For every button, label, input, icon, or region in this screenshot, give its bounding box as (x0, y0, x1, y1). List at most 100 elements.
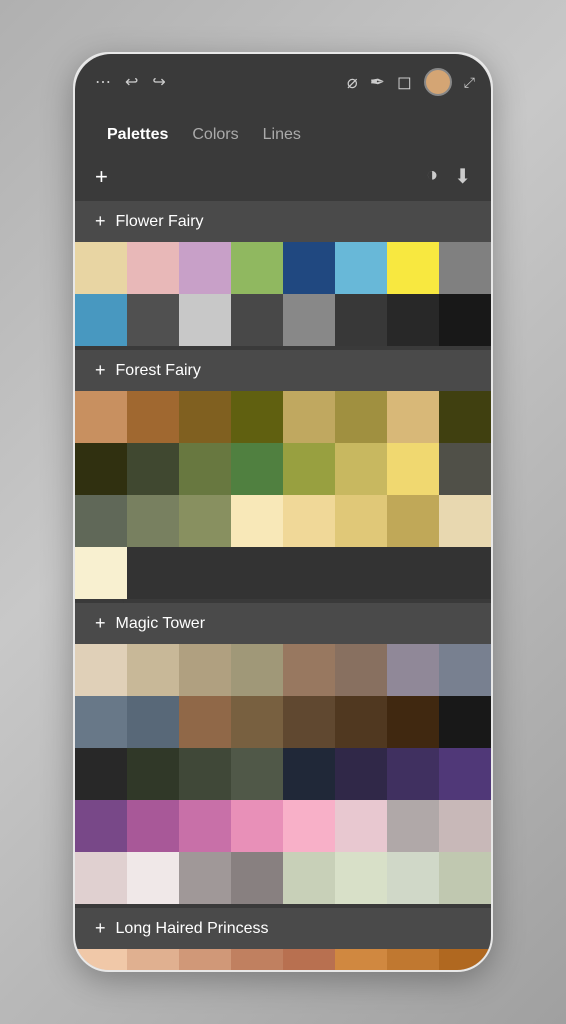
color-swatch-1-22[interactable] (387, 495, 439, 547)
color-swatch-0-3[interactable] (231, 242, 283, 294)
color-swatch-2-36[interactable] (283, 852, 335, 904)
color-swatch-2-35[interactable] (231, 852, 283, 904)
history-icon[interactable]: ◑ (426, 164, 438, 189)
color-swatch-0-0[interactable] (75, 242, 127, 294)
color-swatch-1-6[interactable] (387, 391, 439, 443)
color-swatch-1-18[interactable] (179, 495, 231, 547)
color-swatch-2-39[interactable] (439, 852, 491, 904)
color-swatch-1-12[interactable] (283, 443, 335, 495)
color-swatch-2-17[interactable] (127, 748, 179, 800)
color-swatch-2-25[interactable] (127, 800, 179, 852)
expand-icon[interactable]: ⤢ (464, 74, 475, 91)
color-swatch-2-34[interactable] (179, 852, 231, 904)
color-swatch-0-8[interactable] (75, 294, 127, 346)
color-swatch-3-7[interactable] (439, 949, 491, 970)
tab-colors[interactable]: Colors (180, 122, 250, 148)
color-swatch-1-25[interactable] (127, 547, 179, 599)
color-swatch-1-1[interactable] (127, 391, 179, 443)
color-swatch-1-4[interactable] (283, 391, 335, 443)
color-swatch-3-5[interactable] (335, 949, 387, 970)
color-swatch-1-5[interactable] (335, 391, 387, 443)
color-swatch-0-4[interactable] (283, 242, 335, 294)
color-swatch-1-24[interactable] (75, 547, 127, 599)
color-swatch-2-6[interactable] (387, 644, 439, 696)
color-swatch-2-29[interactable] (335, 800, 387, 852)
color-swatch-2-15[interactable] (439, 696, 491, 748)
palette-add-0[interactable]: + (95, 211, 106, 232)
color-swatch-1-28[interactable] (283, 547, 335, 599)
color-swatch-2-13[interactable] (335, 696, 387, 748)
color-swatch-2-14[interactable] (387, 696, 439, 748)
color-swatch-2-3[interactable] (231, 644, 283, 696)
color-swatch-3-4[interactable] (283, 949, 335, 970)
color-swatch-1-8[interactable] (75, 443, 127, 495)
color-swatch-2-2[interactable] (179, 644, 231, 696)
color-swatch-1-30[interactable] (387, 547, 439, 599)
color-swatch-1-3[interactable] (231, 391, 283, 443)
color-swatch-2-33[interactable] (127, 852, 179, 904)
download-icon[interactable]: ⬇ (454, 164, 471, 189)
color-swatch-1-20[interactable] (283, 495, 335, 547)
color-swatch-2-23[interactable] (439, 748, 491, 800)
color-swatch-2-5[interactable] (335, 644, 387, 696)
color-swatch-2-9[interactable] (127, 696, 179, 748)
color-swatch-2-38[interactable] (387, 852, 439, 904)
color-swatch-2-12[interactable] (283, 696, 335, 748)
color-swatch-0-12[interactable] (283, 294, 335, 346)
redo-icon[interactable]: ↪ (152, 72, 165, 92)
color-swatch-1-27[interactable] (231, 547, 283, 599)
color-swatch-0-1[interactable] (127, 242, 179, 294)
color-swatch-1-14[interactable] (387, 443, 439, 495)
palette-add-2[interactable]: + (95, 613, 106, 634)
color-swatch-1-16[interactable] (75, 495, 127, 547)
color-swatch-2-27[interactable] (231, 800, 283, 852)
color-swatch-0-7[interactable] (439, 242, 491, 294)
brush-icon[interactable]: ⌀ (347, 72, 358, 93)
color-swatch-0-5[interactable] (335, 242, 387, 294)
color-swatch-1-17[interactable] (127, 495, 179, 547)
color-swatch-2-4[interactable] (283, 644, 335, 696)
color-swatch-1-15[interactable] (439, 443, 491, 495)
color-swatch-2-30[interactable] (387, 800, 439, 852)
color-swatch-2-7[interactable] (439, 644, 491, 696)
color-swatch-2-8[interactable] (75, 696, 127, 748)
color-swatch-2-28[interactable] (283, 800, 335, 852)
color-swatch-1-29[interactable] (335, 547, 387, 599)
color-swatch-2-31[interactable] (439, 800, 491, 852)
color-swatch-2-24[interactable] (75, 800, 127, 852)
color-swatch-0-15[interactable] (439, 294, 491, 346)
color-swatch-2-10[interactable] (179, 696, 231, 748)
color-swatch-1-9[interactable] (127, 443, 179, 495)
color-swatch-2-1[interactable] (127, 644, 179, 696)
color-swatch-1-31[interactable] (439, 547, 491, 599)
color-swatch-2-32[interactable] (75, 852, 127, 904)
color-swatch-2-20[interactable] (283, 748, 335, 800)
palette-add-1[interactable]: + (95, 360, 106, 381)
tab-lines[interactable]: Lines (251, 122, 313, 148)
color-swatch-1-10[interactable] (179, 443, 231, 495)
color-swatch-3-2[interactable] (179, 949, 231, 970)
color-swatch-2-16[interactable] (75, 748, 127, 800)
color-swatch-1-26[interactable] (179, 547, 231, 599)
color-swatch-1-19[interactable] (231, 495, 283, 547)
color-swatch-2-18[interactable] (179, 748, 231, 800)
palette-add-3[interactable]: + (95, 918, 106, 939)
color-swatch-2-0[interactable] (75, 644, 127, 696)
color-swatch-1-23[interactable] (439, 495, 491, 547)
color-swatch-3-1[interactable] (127, 949, 179, 970)
pen-icon[interactable]: ✒ (370, 72, 385, 93)
color-swatch-0-13[interactable] (335, 294, 387, 346)
color-swatch-1-0[interactable] (75, 391, 127, 443)
color-swatch-0-14[interactable] (387, 294, 439, 346)
color-swatch-1-2[interactable] (179, 391, 231, 443)
color-picker[interactable] (424, 68, 452, 96)
tab-palettes[interactable]: Palettes (95, 122, 180, 148)
color-swatch-3-3[interactable] (231, 949, 283, 970)
color-swatch-0-11[interactable] (231, 294, 283, 346)
add-palette-button[interactable]: + (95, 166, 108, 188)
eraser-icon[interactable]: ◻ (397, 72, 412, 93)
color-swatch-2-19[interactable] (231, 748, 283, 800)
color-swatch-0-2[interactable] (179, 242, 231, 294)
color-swatch-1-21[interactable] (335, 495, 387, 547)
color-swatch-2-26[interactable] (179, 800, 231, 852)
